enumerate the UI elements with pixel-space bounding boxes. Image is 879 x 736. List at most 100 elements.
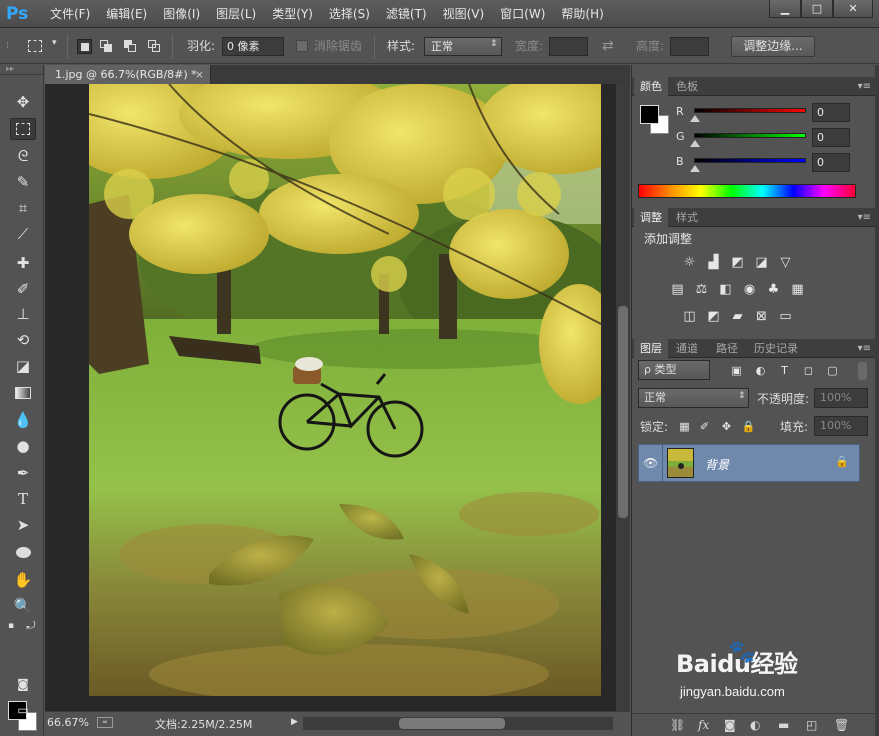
lock-pixels-icon[interactable]: ✐ <box>696 419 713 434</box>
zoom-tool-icon[interactable]: 🔍 <box>10 595 36 617</box>
lock-transparent-icon[interactable]: ▦ <box>676 419 693 434</box>
tab-styles[interactable]: 样式 <box>670 208 704 227</box>
close-button[interactable]: ✕ <box>833 0 873 18</box>
vertical-scrollbar[interactable] <box>615 84 630 711</box>
delete-layer-icon[interactable]: 🗑 <box>834 718 849 732</box>
eraser-tool-icon[interactable]: ◪ <box>10 355 36 377</box>
refine-edge-button[interactable]: 调整边缘... <box>731 36 815 57</box>
quick-selection-tool-icon[interactable]: ✎ <box>10 171 36 193</box>
width-input[interactable] <box>549 37 588 56</box>
crop-tool-icon[interactable]: ⌗ <box>10 197 36 219</box>
zoom-level[interactable]: 66.67% <box>47 716 89 729</box>
blue-channel-knob[interactable] <box>690 165 700 172</box>
layer-filter-select[interactable]: ρ 类型 <box>638 360 710 380</box>
hue-saturation-icon[interactable]: ▤ <box>669 282 686 297</box>
type-tool-icon[interactable]: T <box>10 488 36 510</box>
tab-swatches[interactable]: 色板 <box>670 77 704 96</box>
layer-row-background[interactable]: 👁 背景 🔒 <box>638 444 860 482</box>
new-selection-icon[interactable] <box>77 39 92 54</box>
maximize-button[interactable]: □ <box>801 0 833 18</box>
close-document-icon[interactable]: × <box>195 65 204 84</box>
menu-type[interactable]: 类型(Y) <box>264 0 321 28</box>
tab-history[interactable]: 历史记录 <box>748 339 804 358</box>
menu-help[interactable]: 帮助(H) <box>553 0 611 28</box>
panel-menu-icon[interactable]: ▾≡ <box>858 77 871 96</box>
red-channel-knob[interactable] <box>690 115 700 122</box>
pen-tool-icon[interactable]: ✒ <box>10 462 36 484</box>
brightness-contrast-icon[interactable]: ☼ <box>681 255 698 270</box>
filter-pixel-icon[interactable]: ▣ <box>728 363 745 378</box>
new-group-icon[interactable]: ▬ <box>778 718 789 732</box>
blue-channel-input[interactable]: 0 <box>812 153 850 172</box>
channel-mixer-icon[interactable]: ♣ <box>765 282 782 297</box>
move-tool-icon[interactable]: ✥ <box>10 91 36 113</box>
tab-adjustments[interactable]: 调整 <box>634 208 668 227</box>
preset-dropdown-icon[interactable]: ▾ <box>52 38 57 48</box>
gradient-tool-icon[interactable] <box>10 382 36 404</box>
lasso-tool-icon[interactable]: ᘓ <box>10 145 36 167</box>
filter-smart-object-icon[interactable]: ▢ <box>824 363 841 378</box>
panel-menu-icon[interactable]: ▾≡ <box>858 208 871 227</box>
menu-filter[interactable]: 滤镜(T) <box>378 0 435 28</box>
color-balance-icon[interactable]: ⚖ <box>693 282 710 297</box>
layer-name[interactable]: 背景 <box>705 456 729 473</box>
link-layers-icon[interactable]: ⛓ <box>670 718 685 732</box>
filter-shape-icon[interactable]: ◻ <box>800 363 817 378</box>
menu-view[interactable]: 视图(V) <box>435 0 493 28</box>
gradient-map-icon[interactable]: ▭ <box>777 309 794 324</box>
new-layer-icon[interactable]: ◰ <box>806 718 817 732</box>
rectangular-marquee-tool-icon[interactable] <box>10 118 36 140</box>
green-channel-input[interactable]: 0 <box>812 128 850 147</box>
add-to-selection-icon[interactable] <box>99 39 114 54</box>
vertical-scroll-thumb[interactable] <box>618 306 628 518</box>
filter-type-icon[interactable]: T <box>776 363 793 378</box>
antialias-checkbox[interactable] <box>296 40 308 52</box>
status-menu-arrow-icon[interactable]: ▶ <box>291 717 298 727</box>
feather-input[interactable]: 0 像素 <box>222 37 284 56</box>
dodge-tool-icon[interactable]: ● <box>10 435 36 457</box>
exposure-icon[interactable]: ◪ <box>753 255 770 270</box>
height-input[interactable] <box>670 37 709 56</box>
blend-mode-select[interactable]: 正常 <box>638 388 749 408</box>
horizontal-scrollbar[interactable] <box>303 717 613 730</box>
menu-layer[interactable]: 图层(L) <box>208 0 264 28</box>
menu-window[interactable]: 窗口(W) <box>492 0 553 28</box>
swap-dimensions-icon[interactable]: ⇄ <box>602 37 614 56</box>
layer-style-icon[interactable]: fx <box>698 718 709 732</box>
panel-menu-icon[interactable]: ▾≡ <box>858 339 871 358</box>
invert-icon[interactable]: ◫ <box>681 309 698 324</box>
menu-image[interactable]: 图像(I) <box>155 0 208 28</box>
green-channel-slider[interactable] <box>694 133 806 138</box>
marquee-preset-icon[interactable] <box>28 40 42 52</box>
subtract-selection-icon[interactable] <box>123 39 138 54</box>
levels-icon[interactable]: ▟ <box>705 255 722 270</box>
color-spectrum-bar[interactable] <box>638 184 856 198</box>
document-canvas[interactable] <box>89 84 601 696</box>
add-mask-icon[interactable]: ◙ <box>724 718 736 732</box>
menu-file[interactable]: 文件(F) <box>42 0 98 28</box>
tab-color[interactable]: 颜色 <box>634 77 668 96</box>
intersect-selection-icon[interactable] <box>147 39 162 54</box>
filter-adjustment-icon[interactable]: ◐ <box>752 363 769 378</box>
fill-input[interactable]: 100% <box>814 416 868 436</box>
curves-icon[interactable]: ◩ <box>729 255 746 270</box>
swap-colors-icon[interactable]: ⤾ <box>24 619 38 632</box>
ellipse-tool-icon[interactable] <box>10 541 36 563</box>
new-adjustment-layer-icon[interactable]: ◐ <box>750 718 760 732</box>
blue-channel-slider[interactable] <box>694 158 806 163</box>
green-channel-knob[interactable] <box>690 140 700 147</box>
photo-filter-icon[interactable]: ◉ <box>741 282 758 297</box>
menu-edit[interactable]: 编辑(E) <box>98 0 155 28</box>
vibrance-icon[interactable]: ▽ <box>777 255 794 270</box>
default-colors-icon[interactable]: ▪ <box>4 620 18 632</box>
document-tab[interactable]: 1.jpg @ 66.7%(RGB/8#) * × <box>45 65 211 84</box>
horizontal-scroll-thumb[interactable] <box>399 718 505 729</box>
color-lookup-icon[interactable]: ▦ <box>789 282 806 297</box>
black-white-icon[interactable]: ◧ <box>717 282 734 297</box>
status-info-icon[interactable]: ∞ <box>97 717 113 728</box>
clone-stamp-tool-icon[interactable]: ⊥ <box>10 303 36 325</box>
hand-tool-icon[interactable]: ✋ <box>10 569 36 591</box>
red-channel-slider[interactable] <box>694 108 806 113</box>
tab-channels[interactable]: 通道 <box>670 339 704 358</box>
screen-mode-icon[interactable]: ▭ <box>10 699 36 721</box>
